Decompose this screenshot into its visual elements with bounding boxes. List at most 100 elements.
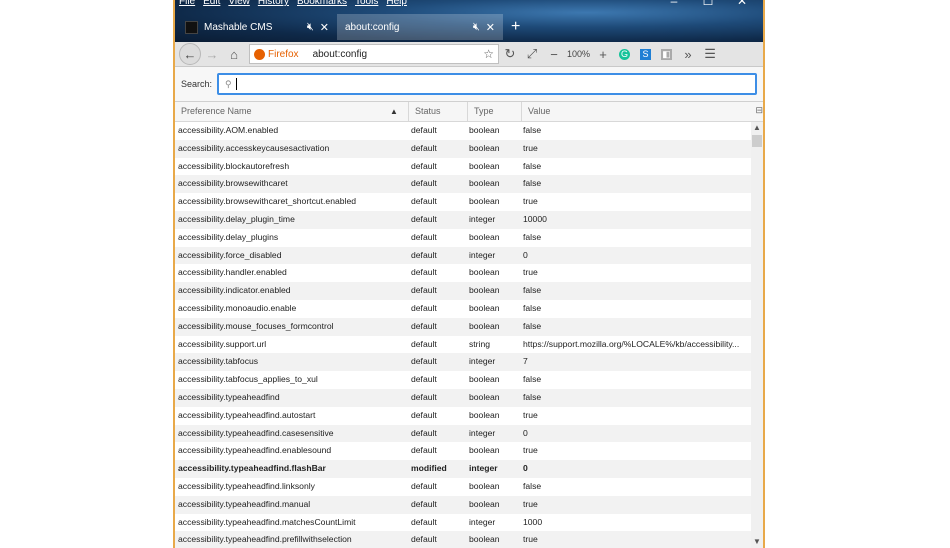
window-controls: – ☐ ✕ (657, 0, 759, 8)
menu-file[interactable]: File (179, 0, 195, 8)
menu-help[interactable]: Help (386, 0, 407, 8)
column-header-preference-name[interactable]: Preference Name (175, 102, 407, 121)
table-row[interactable]: accessibility.typeaheadfind default boolea… (175, 388, 751, 407)
type-cell: boolean (469, 196, 500, 207)
search-input[interactable]: ⚲ (217, 73, 757, 95)
close-tab-icon[interactable]: ✕ (320, 21, 329, 34)
status-cell: default (411, 427, 437, 438)
table-row[interactable]: accessibility.blockautorefresh default boo… (175, 158, 751, 176)
table-row[interactable]: accessibility.mouse_focuses_formcontrol d… (175, 317, 751, 336)
preference-name-cell: accessibility.monoaudio.enable (178, 302, 297, 313)
scroll-thumb[interactable] (752, 135, 762, 147)
s-extension-icon[interactable]: S (640, 48, 652, 60)
table-row[interactable]: accessibility.AOM.enabled default boolean f… (175, 122, 751, 140)
status-cell: default (411, 267, 437, 278)
back-icon[interactable]: ← (179, 43, 201, 65)
table-row[interactable]: accessibility.force_disabled default integ… (175, 246, 751, 265)
table-row[interactable]: accessibility.accesskeycausesactivation d… (175, 139, 751, 158)
table-row[interactable]: accessibility.indicator.enabled default bo… (175, 282, 751, 300)
type-cell: string (469, 338, 491, 349)
tab-about-config[interactable]: about:config 🔇︎ ✕ (337, 14, 503, 40)
type-cell: boolean (469, 320, 500, 331)
search-row: Search: ⚲ (175, 67, 763, 102)
table-row[interactable]: accessibility.typeaheadfind.prefillwiths… (175, 531, 751, 548)
value-cell: true (523, 142, 538, 153)
table-row[interactable]: accessibility.typeaheadfind.matchesCount… (175, 514, 751, 532)
grammarly-extension-icon[interactable]: G (619, 48, 631, 60)
table-row[interactable]: accessibility.tabfocus_applies_to_xul def… (175, 371, 751, 389)
table-row[interactable]: accessibility.browsewithcaret default bool… (175, 175, 751, 194)
url-bar[interactable]: Firefox about:config ☆ (249, 44, 499, 64)
table-row[interactable]: accessibility.typeaheadfind.flashBar modi… (175, 460, 751, 478)
preference-name-cell: accessibility.delay_plugin_time (178, 213, 295, 224)
preference-name-cell: accessibility.tabfocus (178, 356, 259, 367)
minimize-icon[interactable]: – (657, 0, 691, 8)
menu-history[interactable]: History (258, 0, 289, 8)
table-row[interactable]: accessibility.delay_plugin_time default in… (175, 210, 751, 229)
table-row[interactable]: accessibility.handler.enabled default bool… (175, 264, 751, 282)
type-cell: boolean (469, 391, 500, 402)
table-row[interactable]: accessibility.typeaheadfind.enablesound d… (175, 442, 751, 460)
scroll-down-icon[interactable]: ▼ (751, 536, 763, 548)
menu-view[interactable]: View (228, 0, 250, 8)
table-row[interactable]: accessibility.support.url default string ht… (175, 336, 751, 354)
table-row[interactable]: accessibility.typeaheadfind.linksonly def… (175, 478, 751, 496)
vertical-scrollbar[interactable]: ▲ ▼ (751, 122, 763, 548)
zoom-in-icon[interactable]: + (592, 43, 614, 65)
scroll-up-icon[interactable]: ▲ (751, 122, 763, 134)
table-row[interactable]: accessibility.typeaheadfind.casesensitiv… (175, 424, 751, 443)
menu-edit[interactable]: Edit (203, 0, 220, 8)
url-text[interactable]: about:config (313, 49, 484, 60)
column-picker-icon[interactable]: ⊟ (755, 105, 763, 116)
hamburger-menu-icon[interactable]: ☰ (699, 43, 721, 65)
reload-icon[interactable]: ↻ (499, 43, 521, 65)
table-row[interactable]: accessibility.typeaheadfind.autostart def… (175, 407, 751, 425)
table-row[interactable]: accessibility.delay_plugins default boolea… (175, 229, 751, 247)
tab-mashable-cms[interactable]: Mashable CMS 🔇︎ ✕ (177, 14, 337, 40)
value-cell: true (523, 534, 538, 545)
menu-bookmarks[interactable]: Bookmarks (297, 0, 347, 8)
column-header-status[interactable]: Status (408, 102, 466, 121)
table-row[interactable]: accessibility.monoaudio.enable default boo… (175, 300, 751, 318)
type-cell: boolean (469, 125, 500, 135)
maximize-icon[interactable]: ☐ (691, 0, 725, 8)
status-cell: default (411, 409, 437, 420)
sort-ascending-icon: ▲ (390, 107, 398, 116)
column-header-type[interactable]: Type (467, 102, 521, 121)
value-cell: false (523, 374, 542, 385)
status-cell: modified (411, 463, 447, 474)
table-row[interactable]: accessibility.browsewithcaret_shortcut.e… (175, 193, 751, 211)
overflow-chevron-icon[interactable]: » (677, 43, 699, 65)
type-cell: boolean (469, 498, 500, 509)
close-tab-icon[interactable]: ✕ (486, 21, 495, 34)
value-cell: true (523, 445, 538, 456)
status-cell: default (411, 356, 437, 367)
status-cell: default (411, 480, 437, 491)
status-cell: default (411, 231, 437, 242)
value-cell: true (523, 498, 538, 509)
title-bar: File Edit View History Bookmarks Tools H… (175, 0, 763, 42)
table-row[interactable]: accessibility.typeaheadfind.manual defaul… (175, 495, 751, 514)
new-tab-icon[interactable]: + (511, 14, 520, 40)
menu-tools[interactable]: Tools (355, 0, 378, 8)
extension-icon[interactable]: ◧ (661, 48, 673, 60)
home-icon[interactable]: ⌂ (223, 43, 245, 65)
bookmark-star-icon[interactable]: ☆ (483, 47, 494, 61)
search-label: Search: (181, 79, 213, 89)
close-window-icon[interactable]: ✕ (725, 0, 759, 8)
table-row[interactable]: accessibility.tabfocus default integer 7 (175, 353, 751, 372)
preference-name-cell: accessibility.typeaheadfind.flashBar (178, 463, 326, 474)
value-cell: false (523, 391, 542, 402)
mute-icon[interactable]: 🔇︎ (473, 21, 480, 34)
value-cell: false (523, 125, 542, 135)
preference-name-cell: accessibility.delay_plugins (178, 231, 279, 242)
type-cell: boolean (469, 445, 500, 456)
identity-label: Firefox (268, 48, 299, 60)
zoom-level[interactable]: 100% (567, 49, 590, 59)
mute-icon[interactable]: 🔇︎ (307, 21, 314, 34)
fullscreen-icon[interactable]: ⤢ (521, 43, 543, 65)
zoom-out-icon[interactable]: − (543, 43, 565, 65)
forward-icon[interactable]: → (201, 43, 223, 65)
column-header-value[interactable]: Value (521, 102, 747, 121)
value-cell: 7 (523, 356, 528, 367)
